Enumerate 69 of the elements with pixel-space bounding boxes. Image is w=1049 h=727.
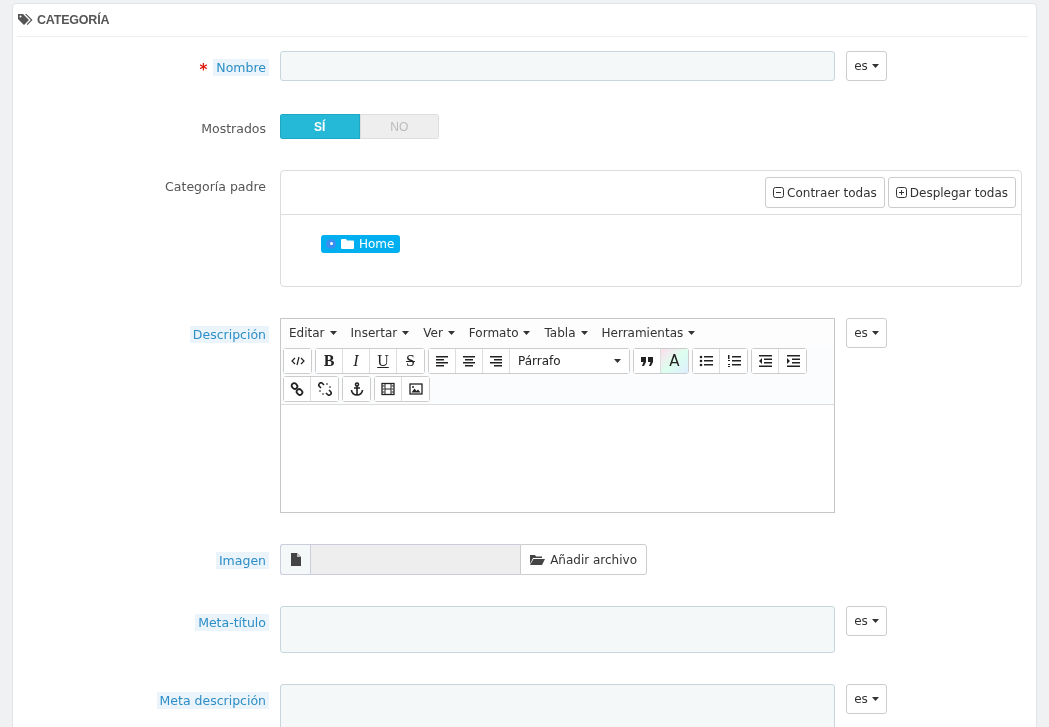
quote-button[interactable]	[634, 349, 661, 373]
panel-title: CATEGORÍA	[37, 13, 110, 27]
field-label: Descripción	[189, 326, 269, 343]
bullet-list-button[interactable]	[693, 349, 720, 373]
collapse-all-button[interactable]: Contraer todas	[765, 177, 885, 208]
caret-icon	[580, 331, 588, 335]
add-file-button[interactable]: Añadir archivo	[520, 544, 647, 575]
editor-menu[interactable]: Editar	[289, 325, 337, 341]
indent-icon	[785, 354, 800, 368]
language-dropdown[interactable]: es	[846, 51, 887, 81]
align-left-button[interactable]	[429, 349, 456, 373]
caret-icon	[871, 697, 879, 701]
name-input[interactable]	[280, 51, 835, 81]
folder-icon	[341, 238, 354, 249]
field-label: Imagen	[215, 552, 269, 569]
caret-icon	[614, 359, 621, 363]
align-left-icon	[435, 354, 449, 368]
caret-icon	[871, 331, 879, 335]
bullet-list-icon	[699, 354, 713, 368]
editor-menu[interactable]: Formato	[468, 325, 531, 341]
link-button[interactable]	[284, 377, 311, 401]
caret-icon	[523, 331, 531, 335]
field-label: Meta descripción	[156, 692, 269, 709]
field-label: Nombre	[213, 59, 269, 76]
film-icon	[381, 382, 395, 396]
code-icon	[290, 354, 305, 368]
text-color-button[interactable]: A	[661, 349, 688, 373]
quote-icon	[640, 354, 654, 368]
tags-icon	[18, 14, 33, 26]
text-input[interactable]	[280, 606, 835, 653]
field-label: Mostrados	[200, 120, 267, 137]
code-button[interactable]	[284, 349, 311, 373]
bold-button[interactable]: B	[316, 349, 343, 373]
numbered-list-icon	[726, 354, 741, 368]
align-right-icon	[489, 354, 503, 368]
editor-menu[interactable]: Insertar	[350, 325, 410, 341]
anchor-button[interactable]	[343, 377, 370, 401]
language-dropdown[interactable]: es	[846, 684, 887, 714]
outdent-button[interactable]	[752, 349, 779, 373]
caret-icon	[688, 331, 696, 335]
link-icon	[290, 382, 304, 396]
video-button[interactable]	[375, 377, 402, 401]
file-icon	[290, 553, 301, 566]
editor-menu[interactable]: Herramientas	[601, 325, 696, 341]
image-icon	[408, 382, 423, 396]
caret-icon	[402, 331, 410, 335]
outdent-icon	[758, 354, 772, 368]
language-dropdown[interactable]: es	[846, 606, 887, 636]
expand-all-button[interactable]: Desplegar todas	[887, 177, 1016, 208]
caret-icon	[447, 331, 455, 335]
caret-icon	[871, 619, 879, 623]
unlink-icon	[317, 382, 332, 396]
align-center-icon	[462, 354, 476, 368]
radio-button[interactable]	[326, 238, 336, 249]
folder-icon	[530, 554, 546, 565]
rich-text-editor[interactable]: Editar Insertar Ver Formato Tabla Herramientas B I U S Párrafo A	[280, 318, 835, 513]
caret-icon	[871, 64, 879, 68]
text-input[interactable]	[280, 684, 835, 727]
anchor-icon	[349, 382, 364, 396]
required-asterisk: *	[199, 60, 208, 75]
editor-menu[interactable]: Ver	[423, 325, 455, 341]
field-label: Categoría padre	[164, 178, 267, 195]
field-label: Meta-título	[195, 614, 269, 631]
caret-icon	[329, 331, 337, 335]
file-name-field[interactable]	[310, 544, 521, 575]
plus-square-icon	[895, 187, 907, 198]
minus-square-icon	[773, 187, 785, 198]
editor-menu[interactable]: Tabla	[544, 325, 588, 341]
language-dropdown[interactable]: es	[846, 318, 887, 348]
